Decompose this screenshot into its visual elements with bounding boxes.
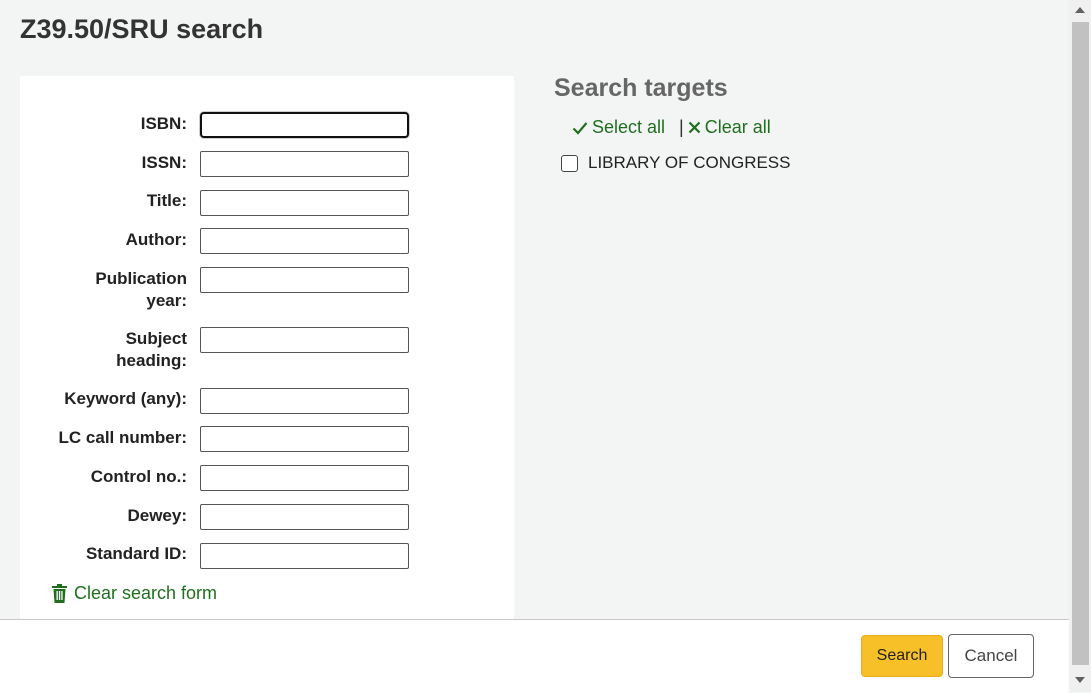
clear-all-link[interactable]: Clear all <box>688 117 771 138</box>
vertical-scrollbar[interactable] <box>1069 0 1091 692</box>
dewey-input[interactable] <box>200 504 409 530</box>
library-of-congress-checkbox[interactable] <box>561 154 578 172</box>
check-icon <box>572 121 588 135</box>
publication-year-label: Publication year: <box>40 268 187 312</box>
search-button[interactable]: Search <box>861 635 943 677</box>
isbn-input[interactable] <box>200 112 409 138</box>
issn-input[interactable] <box>200 151 409 177</box>
title-label: Title: <box>146 191 187 210</box>
cancel-button[interactable]: Cancel <box>948 634 1034 678</box>
target-selection-links: Select all | Clear all <box>572 117 771 138</box>
author-label: Author: <box>125 230 187 249</box>
title-input[interactable] <box>200 190 409 216</box>
control-no-input[interactable] <box>200 465 409 491</box>
issn-label: ISSN: <box>141 153 187 172</box>
search-targets-title: Search targets <box>554 74 728 102</box>
subject-heading-input[interactable] <box>200 327 409 353</box>
select-all-label: Select all <box>592 117 666 137</box>
scrollbar-thumb[interactable] <box>1072 22 1089 665</box>
keyword-label: Keyword (any): <box>64 389 187 408</box>
publication-year-label-line2: year: <box>146 291 187 310</box>
subject-heading-label: Subject heading: <box>40 328 187 372</box>
page-title: Z39.50/SRU search <box>20 14 264 44</box>
clear-search-form-label: Clear search form <box>74 583 218 603</box>
keyword-input[interactable] <box>200 388 409 414</box>
search-form-panel: ISBN: ISSN: Title: Author: Publication y… <box>20 76 514 619</box>
subject-heading-label-line2: heading: <box>116 351 187 370</box>
lc-call-number-input[interactable] <box>200 426 409 452</box>
publication-year-label-line1: Publication <box>95 269 187 288</box>
select-all-link[interactable]: Select all <box>572 117 665 138</box>
dialog-footer: Search Cancel <box>0 619 1069 693</box>
x-icon <box>688 121 701 134</box>
author-input[interactable] <box>200 228 409 254</box>
scroll-down-arrow-icon[interactable] <box>1075 677 1085 683</box>
target-item: LIBRARY OF CONGRESS <box>561 153 790 173</box>
publication-year-input[interactable] <box>200 267 409 293</box>
control-no-label: Control no.: <box>90 467 187 486</box>
clear-all-label: Clear all <box>704 117 771 137</box>
target-item-label: LIBRARY OF CONGRESS <box>588 153 791 172</box>
lc-call-number-label: LC call number: <box>58 428 187 447</box>
clear-search-form-link[interactable]: Clear search form <box>51 583 217 604</box>
scroll-up-arrow-icon[interactable] <box>1075 7 1085 13</box>
subject-heading-label-line1: Subject <box>125 329 187 348</box>
trash-icon <box>52 584 67 603</box>
links-separator: | <box>679 117 684 137</box>
standard-id-input[interactable] <box>200 543 409 569</box>
dewey-label: Dewey: <box>127 506 187 525</box>
isbn-label: ISBN: <box>140 114 187 133</box>
standard-id-label: Standard ID: <box>85 544 187 563</box>
